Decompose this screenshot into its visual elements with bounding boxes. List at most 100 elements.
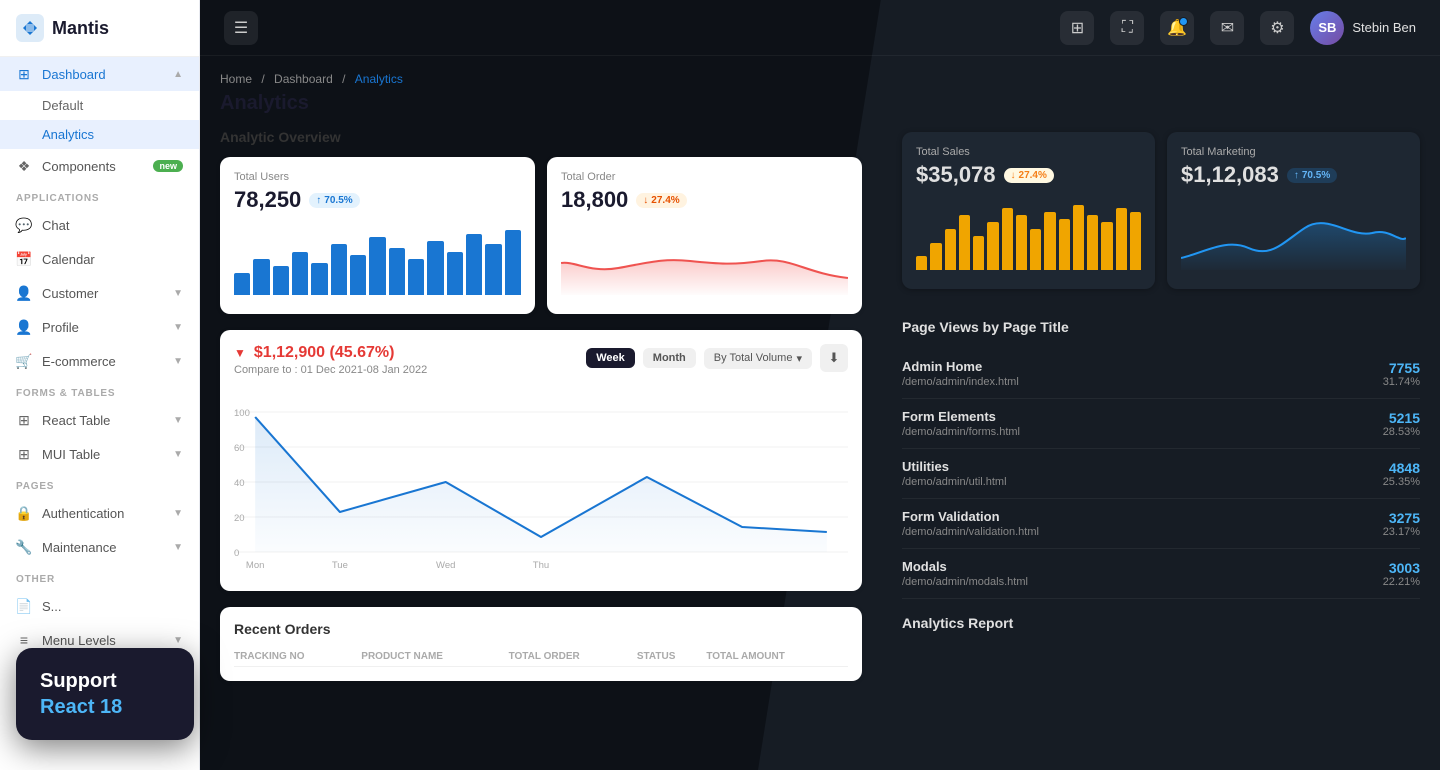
bell-icon: 🔔 — [1167, 18, 1187, 38]
sidebar-sub-analytics[interactable]: Analytics — [0, 120, 199, 149]
other-label: Other — [0, 564, 199, 589]
chevron-down-icon2: ▼ — [173, 322, 183, 333]
volume-button[interactable]: By Total Volume ▾ — [704, 348, 812, 369]
svg-text:0: 0 — [234, 548, 239, 558]
sidebar-item-dashboard[interactable]: ⊞ Dashboard ▲ — [0, 57, 199, 91]
breadcrumb: Home / Dashboard / Analytics — [220, 72, 862, 86]
income-compare: Compare to : 01 Dec 2021-08 Jan 2022 — [234, 364, 427, 376]
customer-icon: 👤 — [16, 285, 32, 301]
pv-url: /demo/admin/util.html — [902, 476, 1007, 488]
total-order-label: Total Order — [561, 171, 848, 183]
download-icon: ⬇ — [829, 350, 840, 366]
profile-icon: 👤 — [16, 319, 32, 335]
svg-text:60: 60 — [234, 443, 245, 453]
sidebar-item-mui-table[interactable]: ⊞ MUI Table ▼ — [0, 437, 199, 471]
sidebar-logo[interactable]: Mantis — [0, 0, 199, 57]
arrow-up-icon: ↑ — [316, 195, 321, 206]
svg-text:20: 20 — [234, 513, 245, 523]
month-button[interactable]: Month — [643, 348, 696, 368]
header-left: ☰ — [224, 11, 258, 45]
svg-text:40: 40 — [234, 478, 245, 488]
pv-pct: 31.74% — [1383, 376, 1420, 388]
sidebar-sub-default[interactable]: Default — [0, 91, 199, 120]
maintenance-icon: 🔧 — [16, 539, 32, 555]
pv-url: /demo/admin/index.html — [902, 376, 1019, 388]
new-badge: new — [153, 160, 183, 172]
pv-count: 4848 — [1383, 460, 1420, 476]
notifications-button[interactable]: 🔔 — [1160, 11, 1194, 45]
svg-text:Thu: Thu — [533, 560, 549, 570]
fullscreen-button[interactable]: ⛶ — [1110, 11, 1144, 45]
arrow-down-icon2: ↓ — [1011, 170, 1016, 181]
col-tracking: Tracking No — [234, 647, 361, 667]
pv-title: Admin Home — [902, 359, 1019, 374]
income-down-icon: ▼ — [234, 346, 246, 360]
svg-text:Wed: Wed — [436, 560, 455, 570]
sidebar-item-customer[interactable]: 👤 Customer ▼ — [0, 276, 199, 310]
menu-levels-icon: ≡ — [16, 632, 32, 648]
pv-pct: 25.35% — [1383, 476, 1420, 488]
top-header: ☰ ⊞ ⛶ 🔔 ✉ ⚙ SB Stebin Ben — [200, 0, 1440, 56]
total-order-badge: ↓ 27.4% — [636, 193, 686, 208]
page-view-item: Form Elements /demo/admin/forms.html 521… — [902, 399, 1420, 449]
app-name: Mantis — [52, 18, 109, 39]
mantis-logo-icon — [16, 14, 44, 42]
authentication-icon: 🔒 — [16, 505, 32, 521]
chevron-icon: ▾ — [796, 352, 802, 365]
sidebar-item-react-table[interactable]: ⊞ React Table ▼ — [0, 403, 199, 437]
chevron-down-icon: ▼ — [173, 288, 183, 299]
chevron-down-icon5: ▼ — [173, 449, 183, 460]
mail-button[interactable]: ✉ — [1210, 11, 1244, 45]
income-controls: Week Month By Total Volume ▾ ⬇ — [586, 344, 848, 372]
sidebar-item-ecommerce[interactable]: 🛒 E-commerce ▼ — [0, 344, 199, 378]
pv-pct: 23.17% — [1383, 526, 1420, 538]
sidebar-item-sample[interactable]: 📄 S... — [0, 589, 199, 623]
dark-cards-section: Total Sales $35,078 ↓ 27.4% Total Market — [902, 132, 1420, 289]
chevron-down-icon8: ▼ — [173, 635, 183, 646]
settings-button[interactable]: ⚙ — [1260, 11, 1294, 45]
week-button[interactable]: Week — [586, 348, 635, 368]
col-total-order: Total Order — [509, 647, 637, 667]
total-marketing-chart — [1181, 198, 1406, 270]
col-status: Status — [637, 647, 706, 667]
sidebar-item-authentication[interactable]: 🔒 Authentication ▼ — [0, 496, 199, 530]
applications-label: Applications — [0, 183, 199, 208]
page-view-item: Modals /demo/admin/modals.html 3003 22.2… — [902, 549, 1420, 599]
col-total-amount: Total Amount — [706, 647, 848, 667]
ecommerce-icon: 🛒 — [16, 353, 32, 369]
pv-url: /demo/admin/forms.html — [902, 426, 1020, 438]
total-users-card: Total Users 78,250 ↑ 70.5% — [220, 157, 535, 314]
components-icon: ❖ — [16, 158, 32, 174]
page-views-list: Admin Home /demo/admin/index.html 7755 3… — [902, 349, 1420, 599]
pv-count: 3003 — [1383, 560, 1420, 576]
sidebar-item-chat[interactable]: 💬 Chat — [0, 208, 199, 242]
content-area: Home / Dashboard / Analytics Analytics A… — [200, 56, 1440, 770]
grid-button[interactable]: ⊞ — [1060, 11, 1094, 45]
sample-icon: 📄 — [16, 598, 32, 614]
download-button[interactable]: ⬇ — [820, 344, 848, 372]
menu-toggle-button[interactable]: ☰ — [224, 11, 258, 45]
pv-title: Form Elements — [902, 409, 1020, 424]
page-view-item: Form Validation /demo/admin/validation.h… — [902, 499, 1420, 549]
sidebar-item-calendar[interactable]: 📅 Calendar — [0, 242, 199, 276]
analytics-cards: Total Users 78,250 ↑ 70.5% Total Order 1… — [220, 157, 862, 314]
toast-line1: Support — [40, 668, 170, 694]
svg-text:Tue: Tue — [332, 560, 348, 570]
sidebar-item-maintenance[interactable]: 🔧 Maintenance ▼ — [0, 530, 199, 564]
arrow-up-icon2: ↑ — [1294, 170, 1299, 181]
breadcrumb-home[interactable]: Home — [220, 72, 252, 86]
analytics-report-title: Analytics Report — [902, 615, 1420, 631]
sidebar-item-components[interactable]: ❖ Components new — [0, 149, 199, 183]
pv-url: /demo/admin/modals.html — [902, 576, 1028, 588]
page-title: Analytics — [220, 92, 862, 115]
sidebar-item-profile[interactable]: 👤 Profile ▼ — [0, 310, 199, 344]
pv-title: Modals — [902, 559, 1028, 574]
breadcrumb-dashboard[interactable]: Dashboard — [274, 72, 333, 86]
pv-title: Utilities — [902, 459, 1007, 474]
income-line-chart: 0 20 40 60 100 Mon Tue Wed Thu — [234, 382, 848, 572]
chevron-down-icon4: ▼ — [173, 415, 183, 426]
breadcrumb-current: Analytics — [355, 72, 403, 86]
total-sales-value: $35,078 — [916, 162, 996, 188]
user-menu[interactable]: SB Stebin Ben — [1310, 11, 1416, 45]
page-view-item: Admin Home /demo/admin/index.html 7755 3… — [902, 349, 1420, 399]
